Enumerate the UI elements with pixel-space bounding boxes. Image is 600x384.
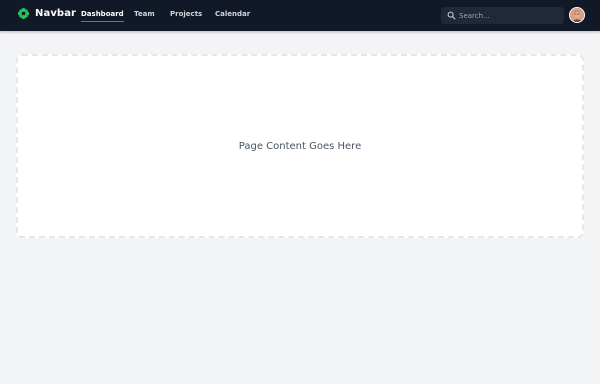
flower-logo-icon — [17, 7, 30, 20]
page-content-placeholder: Page Content Goes Here — [238, 140, 362, 152]
search-icon — [447, 11, 456, 20]
page-content-area: Page Content Goes Here — [16, 54, 584, 238]
top-navbar: Navbar Dashboard Team Projects Calendar — [0, 0, 600, 31]
nav-link-calendar[interactable]: Calendar — [215, 10, 250, 18]
brand[interactable]: Navbar — [17, 7, 76, 20]
brand-name: Navbar — [35, 8, 77, 19]
user-avatar-image — [570, 8, 584, 22]
search-box[interactable] — [441, 7, 564, 24]
nav-link-dashboard[interactable]: Dashboard — [81, 10, 124, 22]
nav-link-projects[interactable]: Projects — [170, 10, 202, 18]
search-input[interactable] — [459, 9, 559, 22]
nav-link-team[interactable]: Team — [134, 10, 155, 18]
avatar[interactable] — [569, 7, 585, 23]
